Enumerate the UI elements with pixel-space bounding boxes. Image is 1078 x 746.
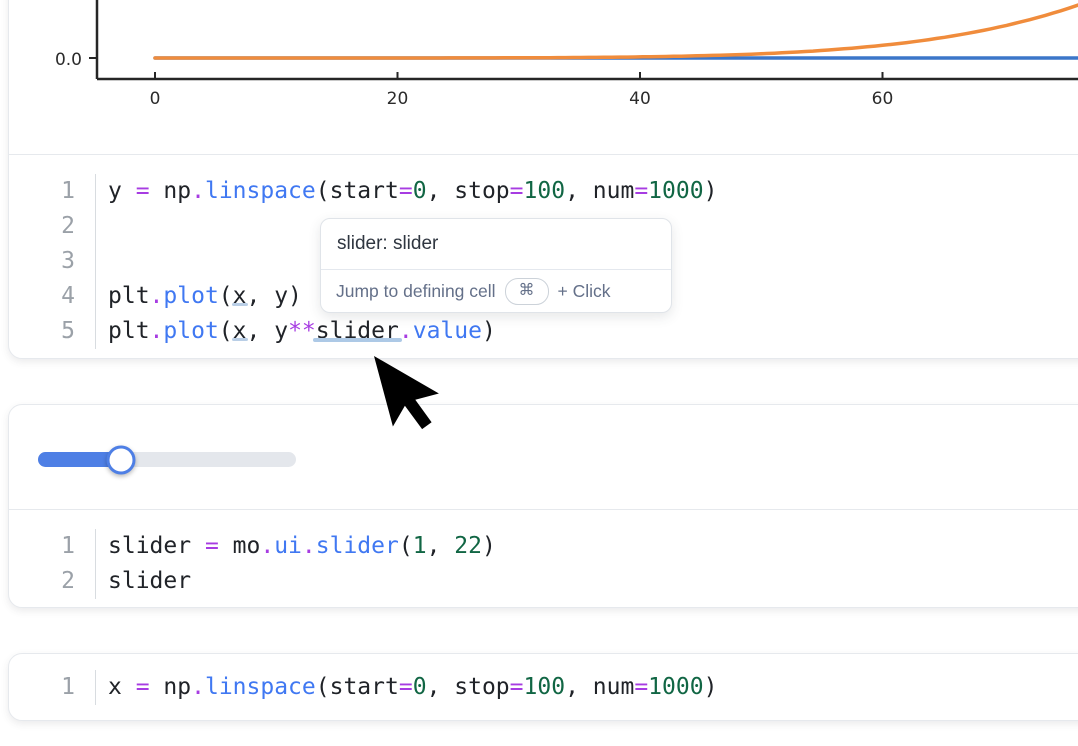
marimo-notebook-page: { "colors": { "accent_blue": "#4e7fe5", … [0, 0, 1078, 746]
code-text[interactable]: plt.plot(x, y) [95, 279, 302, 314]
line-number: 2 [9, 564, 95, 599]
slider-widget-output [9, 405, 1078, 509]
svg-text:60: 60 [872, 89, 894, 109]
code-text[interactable] [95, 244, 122, 279]
code-line[interactable]: 5plt.plot(x, y**slider.value) [9, 314, 1078, 349]
line-number: 1 [9, 174, 95, 209]
tooltip-footer: Jump to defining cell ⌘ + Click [321, 270, 671, 313]
line-number: 3 [9, 244, 95, 279]
command-key-icon: ⌘ [505, 278, 549, 305]
tooltip-click-label: + Click [558, 281, 611, 302]
code-text[interactable] [95, 209, 122, 244]
reactive-variable-ref[interactable]: x [233, 283, 247, 309]
reactive-variable-ref[interactable]: slider [316, 318, 399, 344]
code-line[interactable]: 1y = np.linspace(start=0, stop=100, num=… [9, 174, 1078, 209]
matplotlib-chart-output: 0 20 40 60 0.0 [9, 0, 1078, 154]
svg-text:20: 20 [387, 89, 409, 109]
notebook-cell-x: 1x = np.linspace(start=0, stop=100, num=… [8, 653, 1078, 721]
svg-text:40: 40 [629, 89, 651, 109]
notebook-cell-slider: 1slider = mo.ui.slider(1, 22)2slider [8, 404, 1078, 608]
reactive-variable-ref[interactable]: x [233, 318, 247, 344]
code-text[interactable]: plt.plot(x, y**slider.value) [95, 314, 496, 349]
code-editor-slider[interactable]: 1slider = mo.ui.slider(1, 22)2slider [9, 509, 1078, 599]
code-text[interactable]: x = np.linspace(start=0, stop=100, num=1… [95, 670, 717, 705]
svg-text:0: 0 [150, 89, 161, 109]
svg-text:0.0: 0.0 [55, 50, 82, 70]
line-number: 2 [9, 209, 95, 244]
code-line[interactable]: 2slider [9, 564, 1078, 599]
line-number: 1 [9, 529, 95, 564]
line-number: 4 [9, 279, 95, 314]
slider-handle[interactable] [106, 445, 135, 474]
code-line[interactable]: 1slider = mo.ui.slider(1, 22) [9, 529, 1078, 564]
tooltip-action-label: Jump to defining cell [336, 281, 496, 302]
code-editor-x[interactable]: 1x = np.linspace(start=0, stop=100, num=… [9, 654, 1078, 705]
variable-tooltip: slider: slider Jump to defining cell ⌘ +… [320, 218, 672, 313]
code-text[interactable]: y = np.linspace(start=0, stop=100, num=1… [95, 174, 717, 209]
line-number: 5 [9, 314, 95, 349]
line-number: 1 [9, 670, 95, 705]
code-text[interactable]: slider [95, 564, 191, 599]
tooltip-title: slider: slider [321, 219, 671, 270]
line-chart: 0 20 40 60 0.0 [9, 0, 1078, 154]
code-text[interactable]: slider = mo.ui.slider(1, 22) [95, 529, 496, 564]
code-line[interactable]: 1x = np.linspace(start=0, stop=100, num=… [9, 670, 1078, 705]
slider-track[interactable] [38, 452, 296, 467]
